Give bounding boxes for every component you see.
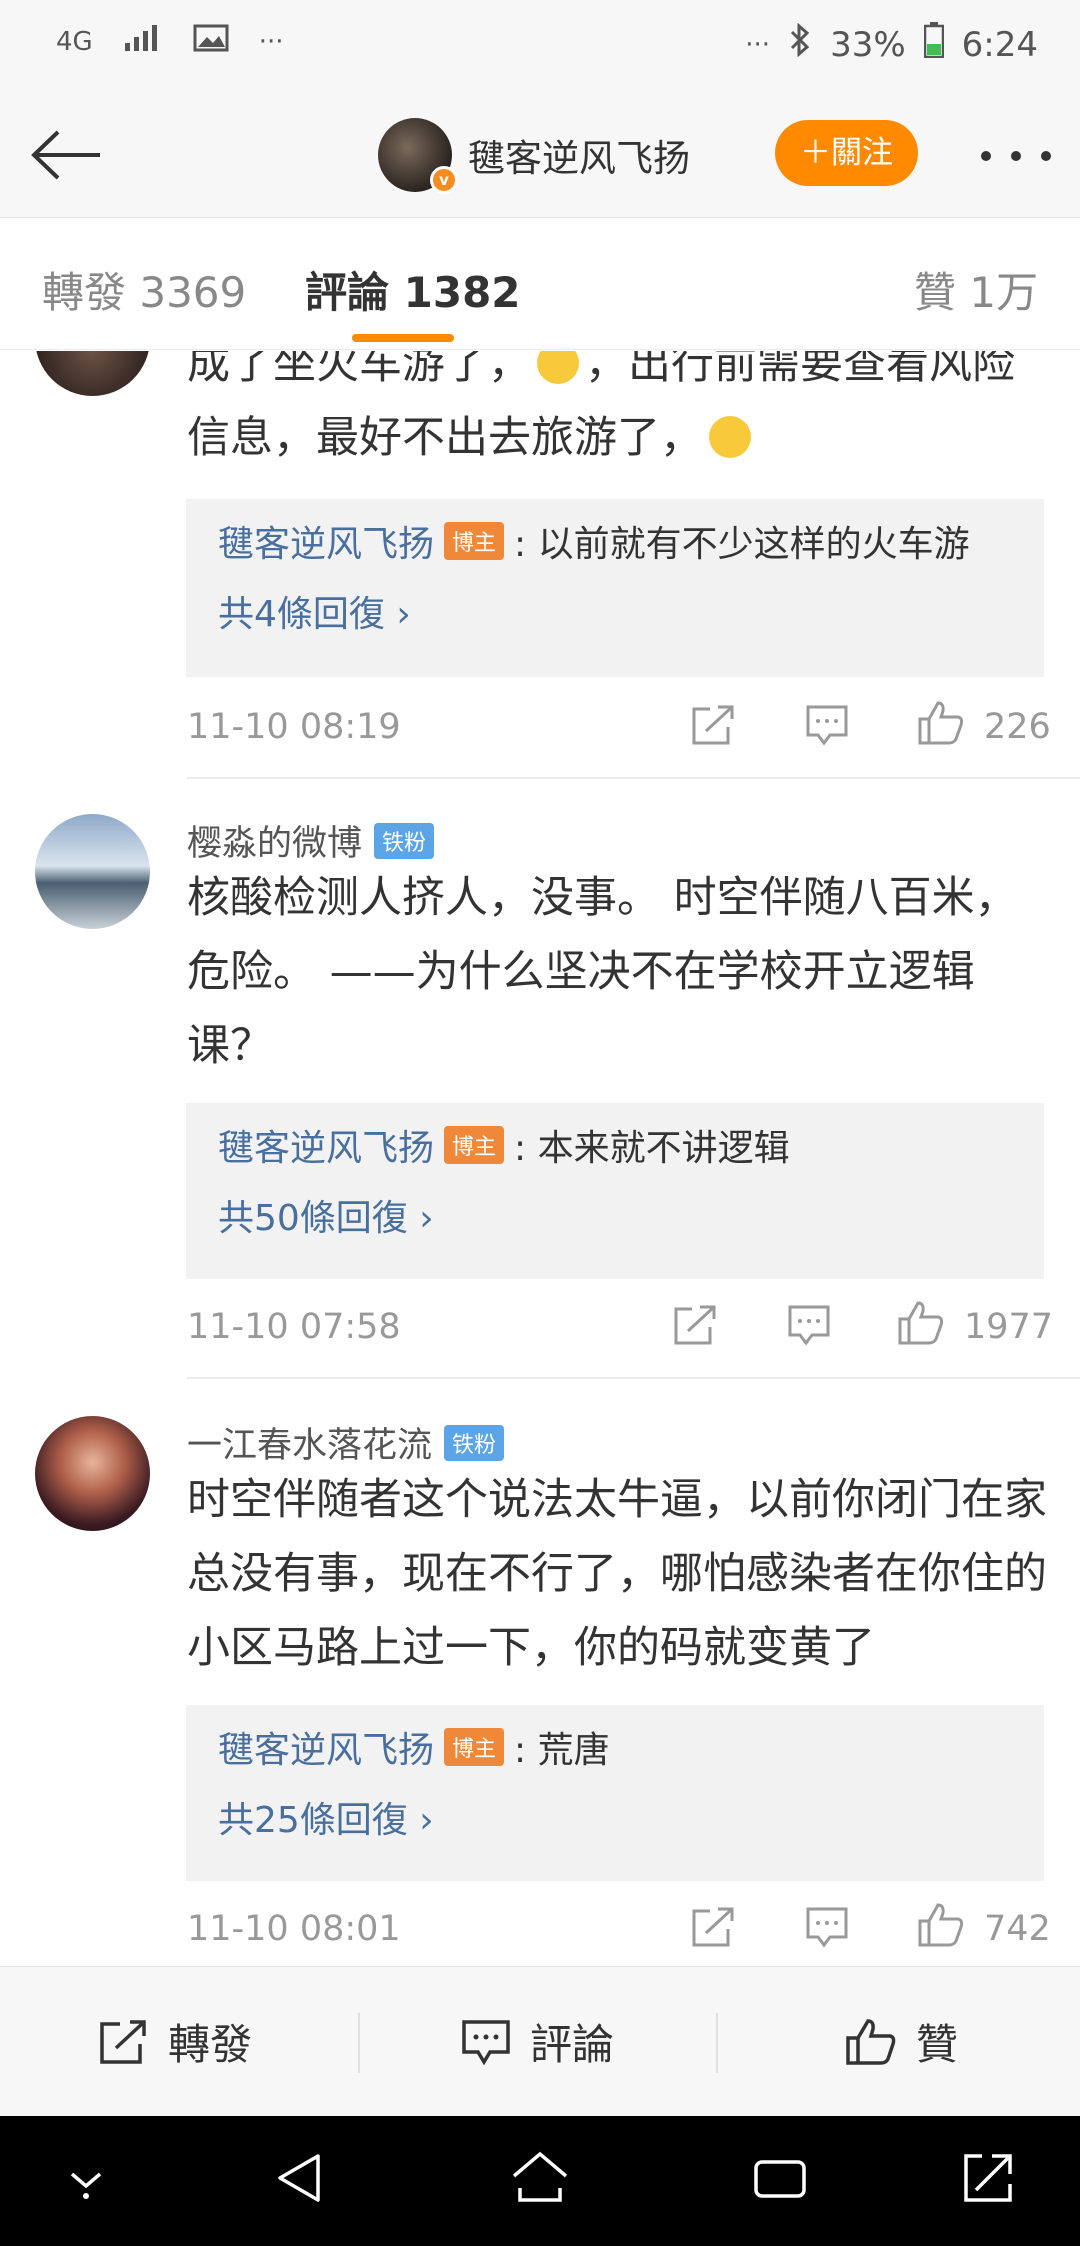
like-action[interactable]	[916, 699, 966, 751]
repost-button[interactable]: 轉發	[98, 2011, 252, 2072]
comment-time: 11-10 08:19	[187, 707, 401, 747]
home-nav-icon[interactable]	[510, 2150, 570, 2210]
reply-count-link[interactable]: 共50條回復 ›	[218, 1189, 434, 1241]
commenter-avatar[interactable]	[35, 1416, 150, 1531]
author-name[interactable]: 毽客逆风飞扬	[468, 128, 690, 182]
comment-text: 核酸检测人挤人，没事。 时空伴随八百米，危险。 ——为什么坚决不在学校开立逻辑课…	[187, 873, 1018, 1071]
repost-action[interactable]	[690, 1905, 736, 1953]
commenter-avatar[interactable]	[35, 351, 150, 396]
back-button[interactable]	[26, 120, 106, 190]
commenter-avatar[interactable]	[35, 814, 150, 929]
comment-text: 成了坐火车游了， ，出行前需要查看风险 信息，最好不出去旅游了，	[187, 351, 1047, 475]
like-icon	[898, 1301, 944, 1345]
comment-feed[interactable]: 成了坐火车游了， ，出行前需要查看风险 信息，最好不出去旅游了， 毽客逆风飞扬 博…	[0, 351, 1080, 1966]
like-icon	[918, 701, 964, 745]
network-type-icon: 4G	[56, 27, 93, 57]
grin-emoji-icon	[709, 416, 751, 458]
image-icon	[193, 22, 229, 62]
reply-text: : 荒唐	[514, 1730, 610, 1771]
reply-author[interactable]: 毽客逆风飞扬	[218, 515, 434, 567]
tab-indicator	[352, 334, 454, 342]
battery-icon	[923, 22, 944, 67]
back-nav-icon[interactable]	[274, 2150, 324, 2210]
comment-button[interactable]: 評論	[460, 2011, 614, 2072]
comment-action[interactable]	[786, 1303, 832, 1351]
tab-reposts[interactable]: 轉發 3369	[42, 259, 246, 320]
divider	[187, 1377, 1080, 1379]
comment-icon	[806, 705, 848, 746]
blogger-badge: 博主	[444, 1728, 505, 1766]
back-arrow-icon	[31, 130, 100, 180]
like-count: 226	[984, 707, 1051, 747]
like-action[interactable]	[896, 1299, 946, 1351]
reply-count-link[interactable]: 共25條回復 ›	[218, 1791, 434, 1843]
reply-preview: 毽客逆风飞扬 博主 : 本来就不讲逻辑	[218, 1119, 790, 1171]
tab-bar: 轉發 3369 評論 1382 贊 1万	[0, 219, 1080, 350]
repost-label: 轉發	[168, 2020, 253, 2069]
comment-text: 时空伴随者这个说法太牛逼，以前你闭门在家总没有事，现在不行了，哪怕感染者在你住的…	[187, 1475, 1047, 1673]
blogger-badge: 博主	[444, 522, 505, 560]
reply-text: : 本来就不讲逻辑	[514, 1128, 790, 1169]
reply-box[interactable]: 毽客逆风飞扬 博主 : 以前就有不少这样的火车游 共4條回復 ›	[186, 499, 1044, 677]
more-icon	[981, 151, 1051, 161]
fan-badge: 铁粉	[374, 822, 435, 859]
repost-icon	[674, 1305, 716, 1345]
fan-badge: 铁粉	[444, 1424, 505, 1461]
blogger-badge: 博主	[444, 1126, 505, 1164]
like-count: 742	[984, 1909, 1051, 1949]
hide-keyboard-icon[interactable]	[66, 2164, 106, 2204]
reply-author[interactable]: 毽客逆风飞扬	[218, 1721, 434, 1773]
comment-icon	[788, 1305, 830, 1346]
divider	[187, 777, 1080, 779]
status-dots-right: ···	[745, 29, 771, 60]
more-button[interactable]	[978, 130, 1054, 176]
comment-label: 評論	[530, 2020, 615, 2069]
status-dots: ···	[258, 27, 284, 57]
follow-button[interactable]: ＋關注	[775, 120, 918, 186]
reply-count-link[interactable]: 共4條回復 ›	[218, 585, 411, 637]
commenter-name[interactable]: 一江春水落花流 铁粉	[187, 1417, 505, 1468]
separator	[716, 2013, 718, 2073]
like-label: 贊	[916, 2020, 959, 2069]
like-count: 1977	[964, 1307, 1054, 1347]
like-button[interactable]: 贊	[844, 2011, 958, 2072]
repost-icon	[100, 2019, 146, 2064]
repost-icon	[692, 1907, 734, 1947]
fullscreen-nav-icon[interactable]	[960, 2150, 1016, 2210]
tab-comments[interactable]: 評論 1382	[305, 259, 521, 320]
comment-time: 11-10 08:01	[187, 1909, 401, 1949]
reply-text: : 以前就有不少这样的火车游	[514, 524, 970, 565]
top-header: v 毽客逆风飞扬 ＋關注	[0, 92, 1080, 218]
reply-box[interactable]: 毽客逆风飞扬 博主 : 本来就不讲逻辑 共50條回復 ›	[186, 1103, 1044, 1279]
bluetooth-icon	[788, 22, 812, 66]
laugh-cry-emoji-icon	[537, 351, 579, 384]
repost-action[interactable]	[690, 703, 736, 751]
verified-badge: v	[430, 166, 458, 194]
tab-likes[interactable]: 贊 1万	[914, 259, 1038, 320]
clock: 6:24	[961, 24, 1038, 65]
comment-icon	[462, 2019, 510, 2065]
comment-time: 11-10 07:58	[187, 1307, 401, 1347]
commenter-name[interactable]: 樱淼的微博 铁粉	[187, 815, 435, 866]
recent-apps-nav-icon[interactable]	[752, 2150, 808, 2210]
comment-icon	[806, 1907, 848, 1948]
comment-action[interactable]	[804, 703, 850, 751]
repost-action[interactable]	[672, 1303, 718, 1351]
like-icon	[846, 2018, 896, 2065]
reply-preview: 毽客逆风飞扬 博主 : 以前就有不少这样的火车游	[218, 515, 970, 567]
like-action[interactable]	[916, 1901, 966, 1953]
battery-percent: 33%	[830, 24, 906, 65]
separator	[358, 2013, 360, 2073]
system-navigation-bar	[0, 2116, 1080, 2246]
reply-box[interactable]: 毽客逆风飞扬 博主 : 荒唐 共25條回復 ›	[186, 1705, 1044, 1881]
like-icon	[918, 1903, 964, 1947]
signal-icon	[123, 22, 163, 62]
reply-preview: 毽客逆风飞扬 博主 : 荒唐	[218, 1721, 610, 1773]
bottom-action-bar: 轉發 評論 贊	[0, 1966, 1080, 2116]
reply-author[interactable]: 毽客逆风飞扬	[218, 1119, 434, 1171]
comment-action[interactable]	[804, 1905, 850, 1953]
repost-icon	[692, 705, 734, 745]
status-bar: 4G ··· ··· 33% 6:24	[0, 0, 1080, 92]
